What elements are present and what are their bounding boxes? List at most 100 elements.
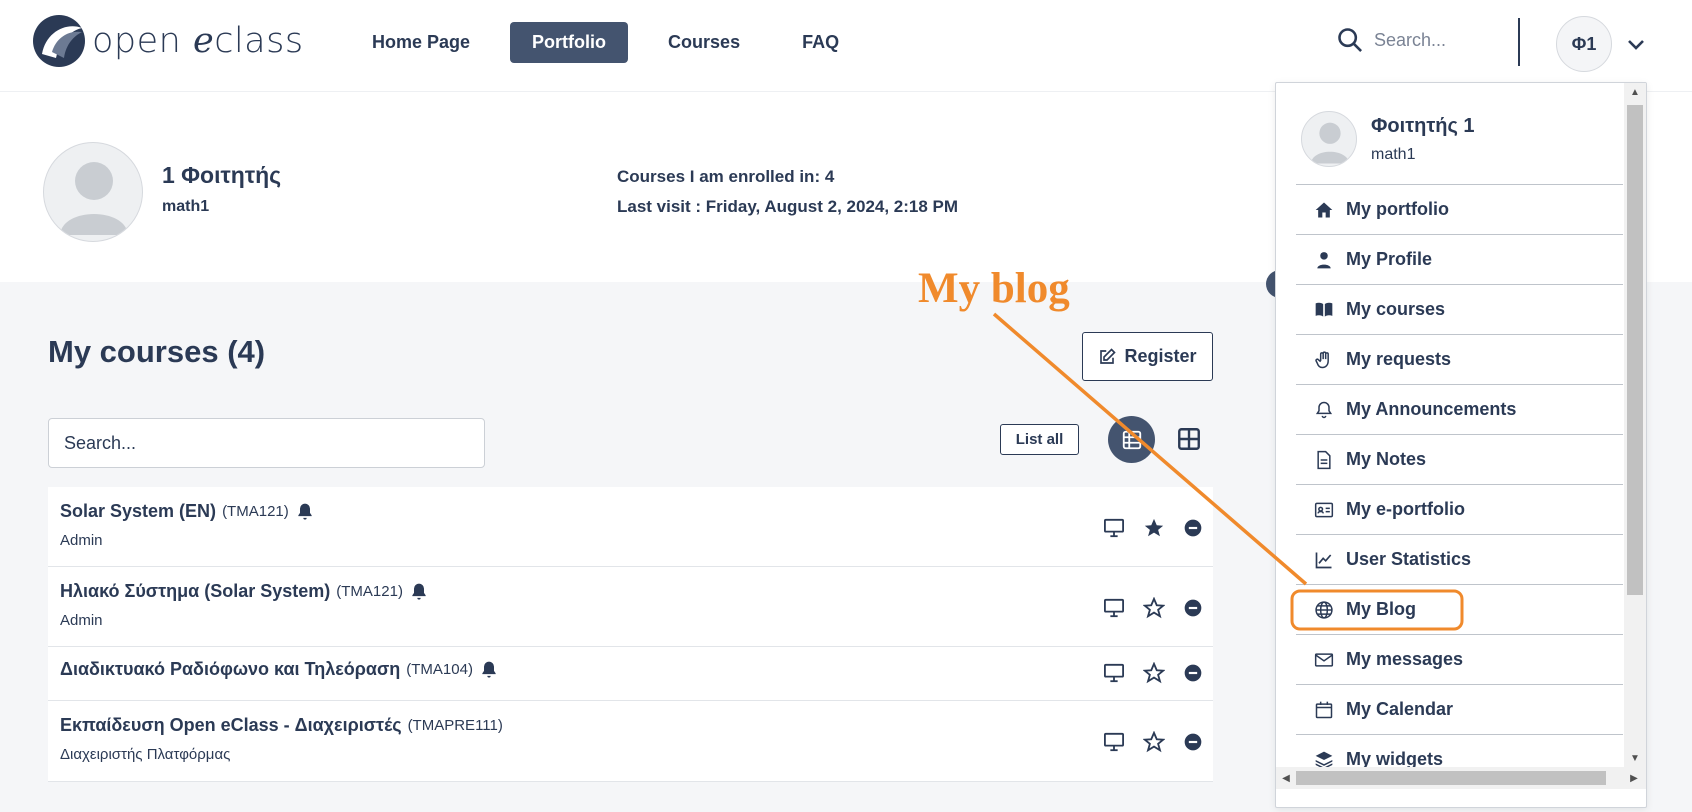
grid-view-icon[interactable] (1176, 426, 1202, 452)
scroll-up-arrow[interactable]: ▲ (1624, 83, 1646, 101)
course-search-input[interactable] (48, 418, 485, 468)
annotation-label: My blog (918, 265, 1070, 312)
eclass-logo-text: open eclass (92, 21, 304, 61)
course-instructor: Admin (60, 532, 103, 549)
monitor-icon[interactable] (1103, 598, 1125, 618)
unenroll-icon[interactable] (1183, 598, 1203, 618)
monitor-icon[interactable] (1103, 732, 1125, 752)
menu-item-label: My Profile (1346, 249, 1433, 269)
menu-item-my-blog[interactable]: My Blog (1296, 585, 1623, 635)
menu-item-my-e-portfolio[interactable]: My e-portfolio (1296, 485, 1623, 535)
top-search-input[interactable] (1374, 29, 1504, 51)
top-navbar: open eclass Home Page Portfolio Courses … (0, 0, 1692, 92)
scrollbar-thumb[interactable] (1296, 771, 1606, 785)
list-view-icon (1122, 430, 1141, 449)
chart-icon (1315, 552, 1332, 568)
my-courses-title: My courses (4) (48, 334, 266, 369)
id-card-icon (1314, 502, 1334, 517)
menu-item-label: My messages (1346, 649, 1464, 669)
menu-item-my-profile[interactable]: My Profile (1296, 235, 1623, 285)
menu-item-label: My portfolio (1346, 199, 1449, 219)
course-code: (TMAPRE111) (407, 717, 503, 734)
bell-icon[interactable] (479, 660, 499, 680)
course-code: (TMA121) (222, 503, 289, 520)
menu-item-my-requests[interactable]: My requests (1296, 335, 1623, 385)
list-view-toggle[interactable] (1108, 416, 1155, 463)
main-nav: Home Page Portfolio Courses FAQ (350, 22, 861, 63)
user-menu-avatar (1301, 111, 1357, 167)
menu-item-my-courses[interactable]: My courses (1296, 285, 1623, 335)
hand-icon (1315, 350, 1329, 368)
course-code: (TMA121) (336, 583, 403, 600)
calendar-icon (1315, 701, 1333, 718)
course-title[interactable]: Διαδικτυακό Ραδιόφωνο και Τηλεόραση (60, 659, 400, 680)
user-avatar-button[interactable]: Φ1 (1556, 16, 1612, 72)
course-instructor: Διαχειριστής Πλατφόρμας (60, 746, 231, 763)
course-list: Solar System (EN) (TMA121) Admin Ηλιακό … (48, 487, 1213, 782)
star-outline-icon[interactable] (1143, 662, 1165, 684)
course-title[interactable]: Εκπαίδευση Open eClass - Διαχειριστές (60, 715, 402, 736)
menu-vertical-scrollbar[interactable]: ▲ ▼ (1624, 83, 1646, 767)
profile-name: 1 Φοιτητής (162, 162, 282, 188)
course-title[interactable]: Ηλιακό Σύστημα (Solar System) (60, 581, 330, 602)
user-menu-header: Φοιτητής 1 math1 (1301, 111, 1475, 167)
bell-icon[interactable] (409, 582, 429, 602)
menu-item-my-notes[interactable]: My Notes (1296, 435, 1623, 485)
scroll-right-arrow[interactable]: ▶ (1624, 767, 1644, 789)
register-button[interactable]: Register (1082, 332, 1213, 381)
menu-item-my-messages[interactable]: My messages (1296, 635, 1623, 685)
star-outline-icon[interactable] (1143, 731, 1165, 753)
register-label: Register (1124, 346, 1197, 366)
menu-item-my-announcements[interactable]: My Announcements (1296, 385, 1623, 435)
user-icon (1317, 251, 1331, 268)
enrolled-count: Courses I am enrolled in: 4 (617, 167, 835, 186)
navbar-divider (1518, 18, 1520, 66)
scroll-down-arrow[interactable]: ▼ (1624, 749, 1646, 767)
unenroll-icon[interactable] (1183, 732, 1203, 752)
menu-item-my-calendar[interactable]: My Calendar (1296, 685, 1623, 735)
monitor-icon[interactable] (1103, 518, 1125, 538)
nav-faq[interactable]: FAQ (780, 22, 861, 63)
menu-item-label: My Notes (1346, 449, 1427, 469)
menu-item-my-portfolio[interactable]: My portfolio (1296, 185, 1623, 235)
unenroll-icon[interactable] (1183, 663, 1203, 683)
menu-horizontal-scrollbar[interactable]: ◀ ▶ (1276, 767, 1646, 789)
chevron-down-icon[interactable] (1624, 32, 1648, 56)
edit-icon (1100, 347, 1117, 364)
menu-item-label: My Announcements (1346, 399, 1517, 419)
user-menu-list: My portfolio My Profile My courses My re… (1296, 184, 1623, 785)
user-avatar-icon (60, 162, 128, 235)
menu-item-label: My e-portfolio (1346, 499, 1465, 519)
nav-courses[interactable]: Courses (646, 22, 762, 63)
bell-icon[interactable] (295, 502, 315, 522)
profile-avatar (43, 142, 143, 242)
course-title[interactable]: Solar System (EN) (60, 501, 216, 522)
bell-outline-icon (1315, 401, 1333, 418)
nav-portfolio[interactable]: Portfolio (510, 22, 629, 63)
course-row: Διαδικτυακό Ραδιόφωνο και Τηλεόραση (TMA… (48, 647, 1213, 701)
menu-item-label: My courses (1346, 299, 1446, 319)
eclass-logo-icon (33, 15, 85, 67)
book-icon (1315, 302, 1333, 317)
last-visit: Last visit : Friday, August 2, 2024, 2:1… (617, 197, 959, 216)
star-filled-icon[interactable] (1143, 517, 1165, 539)
scroll-left-arrow[interactable]: ◀ (1276, 767, 1296, 789)
unenroll-icon[interactable] (1183, 518, 1203, 538)
globe-icon (1315, 600, 1333, 619)
eclass-logo[interactable]: open eclass (32, 14, 304, 68)
course-row: Εκπαίδευση Open eClass - Διαχειριστές (T… (48, 701, 1213, 782)
nav-home-page[interactable]: Home Page (350, 22, 492, 63)
top-search (1336, 26, 1504, 54)
menu-item-user-statistics[interactable]: User Statistics (1296, 535, 1623, 585)
list-all-button[interactable]: List all (1000, 424, 1079, 455)
scrollbar-thumb[interactable] (1627, 105, 1643, 595)
search-icon[interactable] (1336, 26, 1364, 54)
course-instructor: Admin (60, 612, 103, 629)
user-menu-name: Φοιτητής 1 (1371, 114, 1475, 137)
envelope-icon (1314, 652, 1334, 667)
note-icon (1317, 450, 1331, 469)
user-avatar-icon (1310, 122, 1350, 164)
menu-item-label: User Statistics (1346, 549, 1472, 569)
monitor-icon[interactable] (1103, 663, 1125, 683)
star-outline-icon[interactable] (1143, 597, 1165, 619)
